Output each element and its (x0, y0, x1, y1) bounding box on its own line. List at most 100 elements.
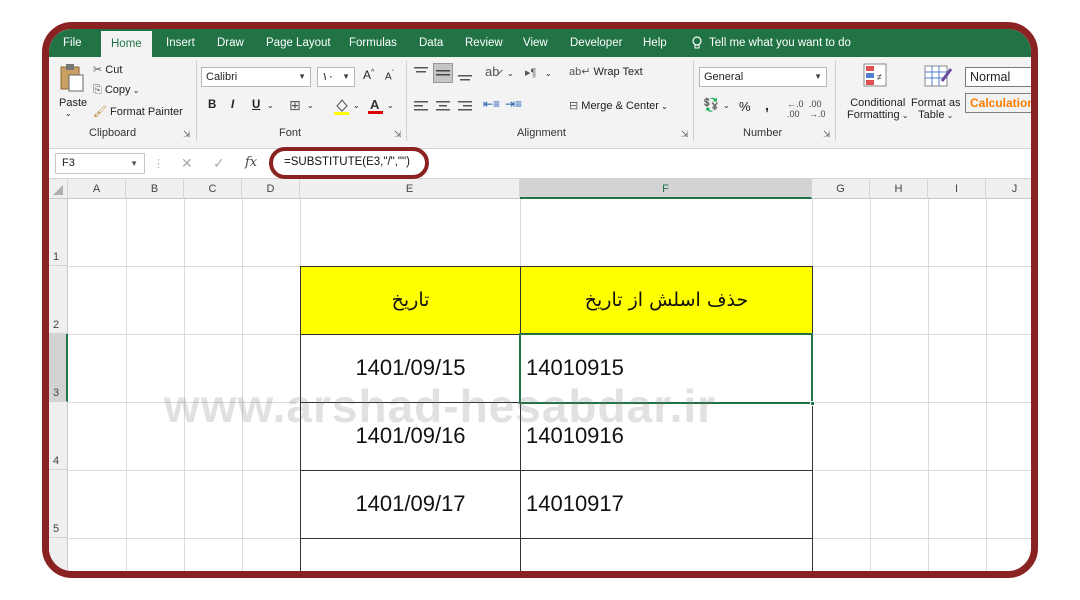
conditional-label-line2: Formatting (847, 109, 900, 121)
font-color-icon[interactable]: A (367, 96, 385, 120)
enter-icon[interactable]: ✓ (213, 155, 225, 172)
format-as-label-line1: Format as (911, 97, 961, 109)
format-as-table-label[interactable]: Format as Table ⌄ (911, 97, 961, 121)
format-painter-button[interactable]: 🖌 Format Painter (93, 105, 183, 118)
screenshot-frame: File Home Insert Draw Page Layout Formul… (42, 22, 1038, 578)
font-name-select[interactable]: Calibri ▼ (201, 67, 311, 87)
align-top-icon[interactable] (413, 65, 429, 86)
cell-f2-header[interactable]: حذف اسلش از تاریخ (520, 266, 813, 335)
underline-button[interactable]: U (252, 99, 260, 111)
column-header-g[interactable]: G (812, 179, 870, 199)
column-header-c[interactable]: C (184, 179, 242, 199)
chevron-down-icon[interactable]: ⌄ (307, 101, 314, 110)
shrink-font-button[interactable]: Aˇ (385, 70, 394, 82)
borders-icon[interactable]: ⊞ (289, 97, 301, 114)
alignment-launcher-icon[interactable]: ⇲ (681, 129, 689, 140)
chevron-down-icon[interactable]: ⌄ (353, 101, 360, 110)
tell-me-text: Tell me what you want to do (709, 37, 851, 49)
select-all-corner[interactable] (49, 179, 68, 199)
clipboard-launcher-icon[interactable]: ⇲ (183, 129, 191, 140)
column-header-f[interactable]: F (520, 179, 812, 199)
chevron-down-icon[interactable]: ⌄ (267, 101, 274, 110)
decrease-indent-icon[interactable]: ⇤≡ (483, 97, 500, 111)
number-launcher-icon[interactable]: ⇲ (823, 129, 831, 140)
column-header-d[interactable]: D (242, 179, 300, 199)
grow-font-button[interactable]: A^ (363, 68, 374, 82)
paste-label[interactable]: Paste (59, 97, 87, 109)
tab-file[interactable]: File (63, 29, 82, 57)
row-header-3[interactable]: 3 (49, 334, 68, 402)
percent-button[interactable]: % (739, 99, 751, 114)
row-header-2[interactable]: 2 (49, 266, 68, 334)
currency-icon[interactable]: 💱 (703, 97, 719, 113)
chevron-down-icon: ⌄ (658, 102, 668, 111)
chevron-down-icon[interactable]: ⌄ (387, 101, 394, 110)
column-header-h[interactable]: H (870, 179, 928, 199)
cell-e2-header[interactable]: تاریخ (300, 266, 521, 335)
chevron-down-icon: ▼ (814, 72, 822, 81)
style-normal[interactable]: Normal (965, 67, 1031, 87)
increase-indent-icon[interactable]: ⇥≡ (505, 97, 522, 111)
increase-decimal-icon[interactable]: ←.0.00 (787, 99, 804, 119)
cut-button[interactable]: ✂ Cut (93, 63, 122, 76)
number-format-select[interactable]: General ▼ (699, 67, 827, 87)
align-center-icon[interactable] (435, 99, 451, 118)
cell-e5[interactable]: 1401/09/17 (300, 470, 521, 538)
align-middle-icon[interactable] (433, 63, 453, 83)
font-size-select[interactable]: ۱۰ ▼ (317, 67, 355, 87)
table-cell-border (520, 538, 813, 571)
cell-f5[interactable]: 14010917 (526, 470, 806, 538)
group-divider (196, 61, 197, 141)
align-left-icon[interactable] (413, 99, 429, 118)
decrease-decimal-icon[interactable]: .00 →.0 (809, 99, 826, 119)
group-divider (835, 61, 836, 141)
tab-draw[interactable]: Draw (217, 29, 244, 57)
text-direction-icon[interactable]: ▸¶ (525, 66, 536, 79)
row-header-5[interactable]: 5 (49, 470, 68, 538)
row-header-1[interactable]: 1 (49, 199, 68, 266)
tab-formulas[interactable]: Formulas (349, 29, 397, 57)
tab-review[interactable]: Review (465, 29, 503, 57)
align-bottom-icon[interactable] (457, 65, 473, 86)
tab-insert[interactable]: Insert (166, 29, 195, 57)
style-calculation[interactable]: Calculation (965, 93, 1031, 113)
format-as-table-icon[interactable] (924, 63, 953, 94)
conditional-formatting-icon[interactable]: ≠ (863, 63, 889, 94)
table-cell-border (300, 538, 521, 571)
tab-page-layout[interactable]: Page Layout (266, 29, 331, 57)
wrap-text-label: Wrap Text (593, 66, 643, 78)
tab-home[interactable]: Home (101, 31, 152, 57)
paste-icon[interactable] (59, 63, 85, 98)
italic-button[interactable]: I (231, 99, 234, 111)
paste-dropdown-icon[interactable]: ⌄ (65, 109, 72, 118)
orientation-icon[interactable]: ab̷ (485, 64, 499, 79)
chevron-down-icon[interactable]: ⌄ (723, 101, 730, 110)
fill-color-icon[interactable] (333, 97, 351, 120)
tab-view[interactable]: View (523, 29, 548, 57)
chevron-down-icon[interactable]: ⌄ (507, 69, 514, 78)
copy-button[interactable]: ⎘ Copy ⌄ (93, 84, 139, 97)
name-box[interactable]: F3 ▼ (55, 153, 145, 174)
tab-developer[interactable]: Developer (570, 29, 622, 57)
cancel-icon[interactable]: ✕ (181, 155, 193, 172)
tab-data[interactable]: Data (419, 29, 443, 57)
column-header-i[interactable]: I (928, 179, 986, 199)
tell-me-box[interactable]: Tell me what you want to do (691, 29, 851, 57)
merge-center-button[interactable]: ⊟ Merge & Center ⌄ (569, 99, 668, 112)
column-header-b[interactable]: B (126, 179, 184, 199)
copy-icon: ⎘ (93, 84, 105, 96)
column-header-a[interactable]: A (68, 179, 126, 199)
conditional-formatting-label[interactable]: Conditional Formatting ⌄ (847, 97, 909, 121)
bold-button[interactable]: B (208, 99, 216, 111)
align-right-icon[interactable] (457, 99, 473, 118)
comma-button[interactable]: , (765, 97, 769, 113)
tab-help[interactable]: Help (643, 29, 667, 57)
column-header-j[interactable]: J (986, 179, 1031, 199)
column-header-e[interactable]: E (300, 179, 520, 199)
row-header-4[interactable]: 4 (49, 402, 68, 470)
wrap-text-button[interactable]: ab↵ Wrap Text (569, 65, 643, 78)
font-launcher-icon[interactable]: ⇲ (394, 129, 402, 140)
insert-function-icon[interactable]: fx (245, 155, 257, 170)
chevron-down-icon[interactable]: ⌄ (545, 69, 552, 78)
fill-handle[interactable] (810, 401, 815, 406)
